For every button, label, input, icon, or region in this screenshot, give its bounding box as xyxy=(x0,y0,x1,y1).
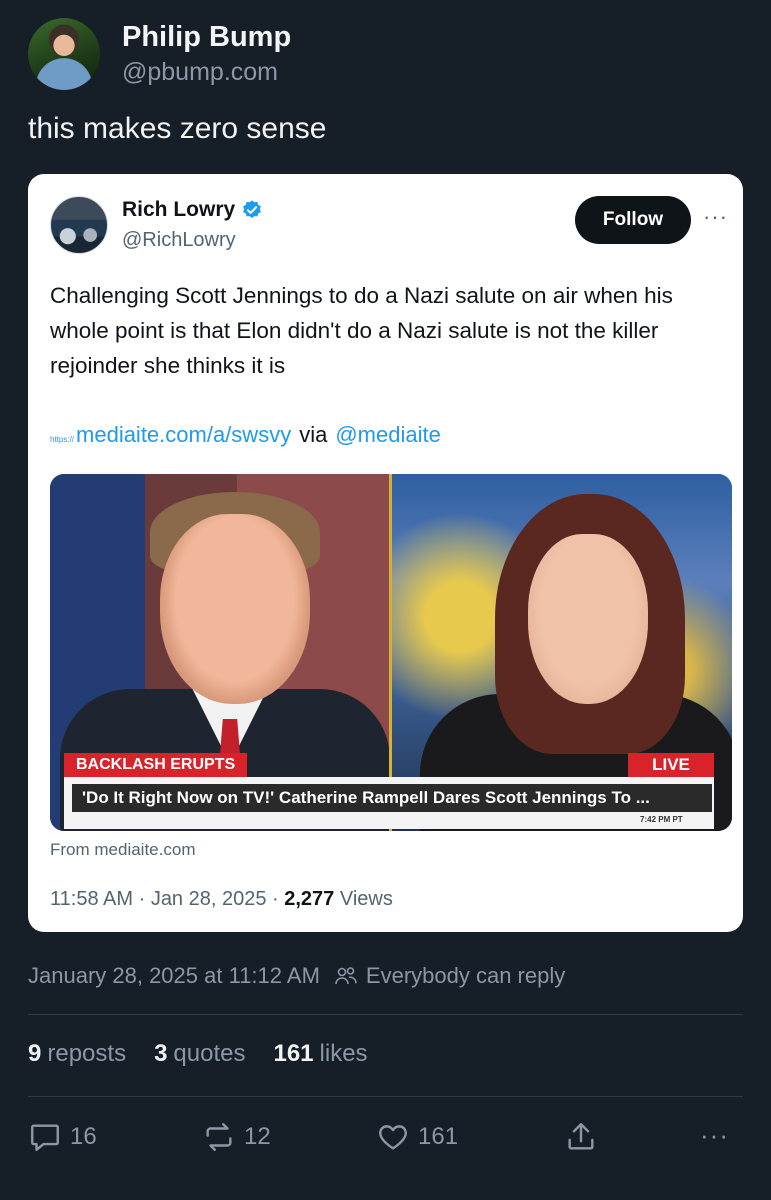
man-head xyxy=(160,514,310,704)
share-icon xyxy=(568,1123,594,1150)
quotes-count: 3 xyxy=(154,1040,168,1067)
chyron-headline: 'Do It Right Now on TV!' Catherine Rampe… xyxy=(72,784,712,812)
reposts-count: 9 xyxy=(28,1040,42,1067)
embed-author[interactable]: Rich Lowry xyxy=(122,198,263,222)
embed-link[interactable]: mediaite.com/a/swsvy xyxy=(76,422,291,448)
reposts-stat[interactable]: 9 reposts xyxy=(28,1040,126,1068)
chyron-time: 7:42 PM PT xyxy=(640,815,683,824)
woman-face xyxy=(528,534,648,704)
post-timestamp-row: January 28, 2025 at 11:12 AM Everybody c… xyxy=(28,963,565,989)
embed-link-line: https:// mediaite.com/a/swsvy via @media… xyxy=(50,422,441,448)
author-info: Philip Bump @pbump.com xyxy=(122,19,291,89)
author-handle[interactable]: @pbump.com xyxy=(122,55,291,89)
engagement-stats: 9 reposts 3 quotes 161 likes xyxy=(28,1040,396,1068)
embed-meta: 11:58 AM · Jan 28, 2025 · 2,277 Views xyxy=(50,888,393,911)
verified-badge-icon xyxy=(243,200,262,218)
embed-date[interactable]: Jan 28, 2025 xyxy=(151,888,267,910)
reply-setting: Everybody can reply xyxy=(365,963,566,988)
comment-icon xyxy=(31,1124,59,1151)
reply-button[interactable]: 16 xyxy=(28,1120,97,1154)
link-prefix[interactable]: https:// xyxy=(50,435,74,444)
quotes-label: quotes xyxy=(173,1040,246,1067)
video-thumbnail[interactable]: BACKLASH ERUPTS LIVE 'Do It Right Now on… xyxy=(50,474,732,831)
divider xyxy=(28,1014,743,1015)
action-bar: 16 12 161 ··· xyxy=(28,1120,743,1156)
divider xyxy=(28,1096,743,1097)
separator: · xyxy=(138,888,151,910)
post-text: this makes zero sense xyxy=(28,112,327,145)
reposts-label: reposts xyxy=(47,1040,127,1067)
separator: · xyxy=(272,888,285,910)
likes-count: 161 xyxy=(273,1040,314,1067)
embed-more-icon[interactable]: ··· xyxy=(703,204,728,230)
more-options-icon[interactable]: ··· xyxy=(700,1120,729,1151)
embed-author-name[interactable]: Rich Lowry xyxy=(122,198,235,222)
like-button[interactable]: 161 xyxy=(376,1120,458,1154)
share-button[interactable] xyxy=(564,1120,606,1154)
banner-tag: BACKLASH ERUPTS xyxy=(64,753,248,777)
embed-avatar[interactable] xyxy=(50,196,108,254)
from-source[interactable]: From mediaite.com xyxy=(50,840,195,860)
likes-stat[interactable]: 161 likes xyxy=(273,1040,367,1068)
via-label: via xyxy=(299,422,328,447)
quotes-stat[interactable]: 3 quotes xyxy=(154,1040,245,1068)
embed-author-handle[interactable]: @RichLowry xyxy=(122,229,236,252)
embed-body-text: Challenging Scott Jennings to do a Nazi … xyxy=(50,283,673,378)
live-badge: LIVE xyxy=(628,753,714,777)
author-name[interactable]: Philip Bump xyxy=(122,19,291,55)
heart-icon xyxy=(379,1125,407,1150)
follow-button[interactable]: Follow xyxy=(575,196,691,244)
repost-icon xyxy=(206,1123,232,1151)
mention-link[interactable]: @mediaite xyxy=(335,422,441,448)
repost-count: 12 xyxy=(244,1123,271,1150)
post-timestamp[interactable]: January 28, 2025 at 11:12 AM xyxy=(28,963,320,989)
avatar[interactable] xyxy=(28,18,100,90)
views-label: Views xyxy=(339,888,393,910)
like-count: 161 xyxy=(418,1123,459,1150)
repost-button[interactable]: 12 xyxy=(202,1120,271,1154)
embed-time[interactable]: 11:58 AM xyxy=(50,888,133,910)
people-icon xyxy=(335,967,357,985)
reply-count: 16 xyxy=(70,1123,97,1150)
embedded-post-card[interactable]: Rich Lowry @RichLowry Follow ··· Challen… xyxy=(28,174,743,932)
post-author[interactable]: Philip Bump @pbump.com xyxy=(28,18,291,90)
views-count: 2,277 xyxy=(284,888,335,910)
likes-label: likes xyxy=(319,1040,368,1067)
post-page: Philip Bump @pbump.com this makes zero s… xyxy=(0,0,771,1200)
